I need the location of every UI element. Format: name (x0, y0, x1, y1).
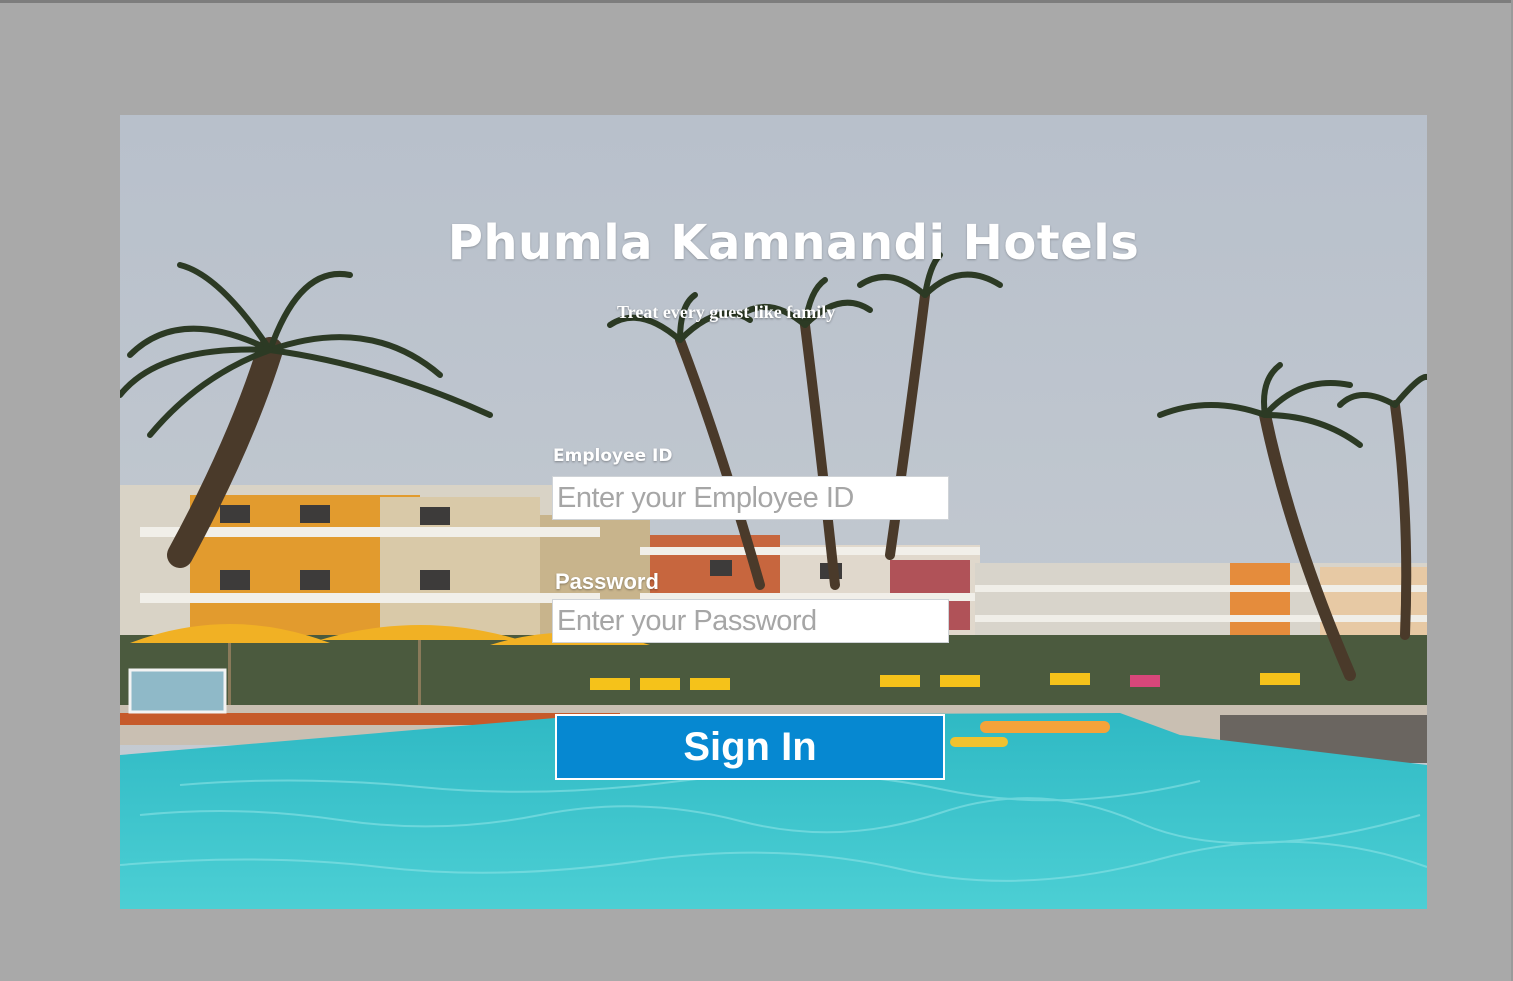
password-label: Password (555, 569, 659, 594)
sign-in-button[interactable]: Sign In (555, 714, 945, 780)
app-title: Phumla Kamnandi Hotels (447, 215, 1140, 271)
employee-id-label: Employee ID (553, 446, 673, 466)
login-panel: Phumla Kamnandi Hotels Treat every guest… (120, 115, 1427, 909)
password-input[interactable] (552, 599, 949, 643)
app-tagline: Treat every guest like family (617, 302, 836, 322)
employee-id-input[interactable] (552, 476, 949, 520)
window-top-border (0, 0, 1513, 3)
pool-sign (128, 668, 227, 714)
right-hotel-building (975, 563, 1427, 643)
